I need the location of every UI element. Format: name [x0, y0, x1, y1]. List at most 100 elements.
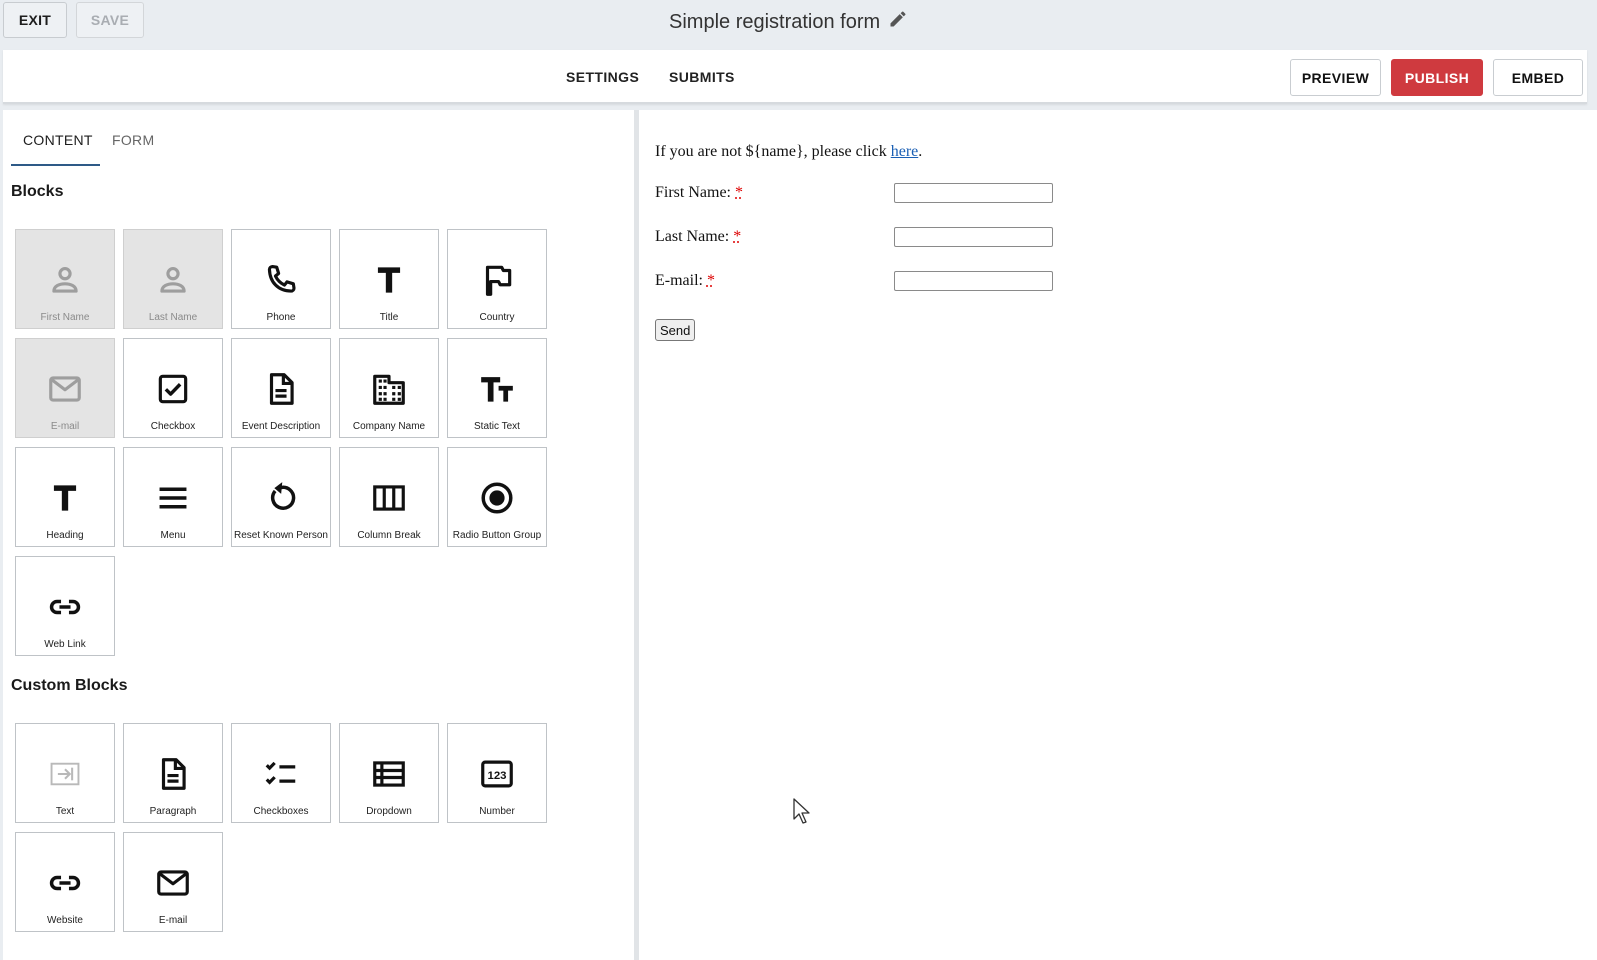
exit-button[interactable]: EXIT: [3, 2, 67, 38]
intro-text-after: .: [918, 143, 923, 160]
person-icon: [153, 260, 193, 300]
block-title[interactable]: Title: [339, 229, 439, 329]
block-label: Reset Known Person: [234, 530, 328, 541]
block-e-mail[interactable]: E-mail: [15, 338, 115, 438]
publish-button[interactable]: PUBLISH: [1391, 59, 1483, 96]
custom-blocks-grid: Text Paragraph Checkboxes Dropdown 123 Number…: [15, 723, 547, 932]
block-company-name[interactable]: Company Name: [339, 338, 439, 438]
last-name-input[interactable]: [894, 227, 1053, 247]
reset-icon: [261, 478, 301, 518]
link-icon: [45, 587, 85, 627]
flag-icon: [477, 260, 517, 300]
checkbox-icon: [153, 369, 193, 409]
block-label: Paragraph: [149, 806, 197, 817]
building-icon: [369, 369, 409, 409]
menu-icon: [153, 478, 193, 518]
form-title: Simple registration form: [669, 9, 908, 35]
custom-block-text[interactable]: Text: [15, 723, 115, 823]
block-label: Heading: [46, 530, 84, 541]
block-column-break[interactable]: Column Break: [339, 447, 439, 547]
first-name-input[interactable]: [894, 183, 1053, 203]
submits-tab[interactable]: SUBMITS: [669, 69, 735, 85]
block-web-link[interactable]: Web Link: [15, 556, 115, 656]
block-label: Country: [479, 312, 515, 323]
editor-toolbar: SETTINGS SUBMITS PREVIEW PUBLISH EMBED: [3, 50, 1587, 104]
preview-button[interactable]: PREVIEW: [1290, 59, 1381, 96]
block-country[interactable]: Country: [447, 229, 547, 329]
form-title-text: Simple registration form: [669, 10, 881, 33]
custom-block-paragraph[interactable]: Paragraph: [123, 723, 223, 823]
mail-icon: [45, 369, 85, 409]
block-label: Last Name: [148, 312, 198, 323]
block-menu[interactable]: Menu: [123, 447, 223, 547]
first-name-row: First Name: *: [655, 183, 1053, 203]
checklist-icon: [261, 754, 301, 794]
mail-icon: [153, 863, 193, 903]
link-icon: [45, 863, 85, 903]
email-input[interactable]: [894, 271, 1053, 291]
required-mark: *: [735, 184, 743, 201]
panel-tabs: CONTENT FORM: [11, 128, 166, 166]
custom-block-number[interactable]: 123 Number: [447, 723, 547, 823]
block-label: Text: [55, 806, 75, 817]
block-heading[interactable]: Heading: [15, 447, 115, 547]
first-name-label: First Name: *: [655, 184, 743, 201]
text-input-icon: [45, 754, 85, 794]
block-static-text[interactable]: Static Text: [447, 338, 547, 438]
radio-icon: [477, 478, 517, 518]
custom-block-e-mail[interactable]: E-mail: [123, 832, 223, 932]
mouse-cursor-icon: [793, 798, 810, 824]
block-event-description[interactable]: Event Description: [231, 338, 331, 438]
block-label: Checkbox: [150, 421, 196, 432]
block-last-name[interactable]: Last Name: [123, 229, 223, 329]
settings-tab[interactable]: SETTINGS: [566, 69, 639, 85]
top-bar: EXIT SAVE Simple registration form: [0, 0, 1597, 44]
edit-pencil-icon[interactable]: [888, 9, 908, 35]
custom-block-dropdown[interactable]: Dropdown: [339, 723, 439, 823]
here-link[interactable]: here: [891, 143, 919, 160]
tab-form[interactable]: FORM: [100, 128, 166, 166]
blocks-heading: Blocks: [11, 183, 64, 200]
block-checkbox[interactable]: Checkbox: [123, 338, 223, 438]
custom-blocks-heading: Custom Blocks: [11, 677, 128, 694]
intro-text-before: If you are not ${name}, please click: [655, 143, 891, 160]
email-row: E-mail: *: [655, 271, 1053, 291]
blocks-grid: First Name Last Name Phone Title Country E-ma…: [15, 229, 547, 656]
block-phone[interactable]: Phone: [231, 229, 331, 329]
intro-text: If you are not ${name}, please click her…: [655, 143, 922, 161]
custom-block-checkboxes[interactable]: Checkboxes: [231, 723, 331, 823]
block-radio-button-group[interactable]: Radio Button Group: [447, 447, 547, 547]
block-reset-known-person[interactable]: Reset Known Person: [231, 447, 331, 547]
block-label: Web Link: [44, 639, 86, 650]
block-first-name[interactable]: First Name: [15, 229, 115, 329]
send-button[interactable]: Send: [655, 319, 696, 341]
block-label: Radio Button Group: [452, 530, 542, 541]
document-icon: [153, 754, 193, 794]
phone-icon: [261, 260, 301, 300]
block-label: First Name: [40, 312, 90, 323]
heading-t-icon: [45, 478, 85, 518]
custom-block-website[interactable]: Website: [15, 832, 115, 932]
block-label: Menu: [160, 530, 186, 541]
svg-text:123: 123: [487, 770, 506, 782]
save-button[interactable]: SAVE: [76, 2, 144, 38]
block-label: Phone: [266, 312, 296, 323]
block-label: Company Name: [352, 421, 426, 432]
block-label: Static Text: [474, 421, 520, 432]
block-label: E-mail: [158, 915, 188, 926]
number-icon: 123: [477, 754, 517, 794]
person-icon: [45, 260, 85, 300]
block-label: Event Description: [241, 421, 321, 432]
last-name-row: Last Name: *: [655, 227, 1053, 247]
document-icon: [261, 369, 301, 409]
required-mark: *: [706, 272, 715, 289]
block-label: Title: [379, 312, 399, 323]
blocks-panel: CONTENT FORM Blocks First Name Last Name P…: [3, 110, 634, 960]
list-icon: [369, 754, 409, 794]
block-label: Checkboxes: [253, 806, 309, 817]
last-name-label: Last Name: *: [655, 228, 742, 245]
tab-content[interactable]: CONTENT: [11, 128, 100, 166]
column-break-icon: [369, 478, 409, 518]
embed-button[interactable]: EMBED: [1493, 59, 1583, 96]
form-preview: If you are not ${name}, please click her…: [639, 110, 1597, 960]
